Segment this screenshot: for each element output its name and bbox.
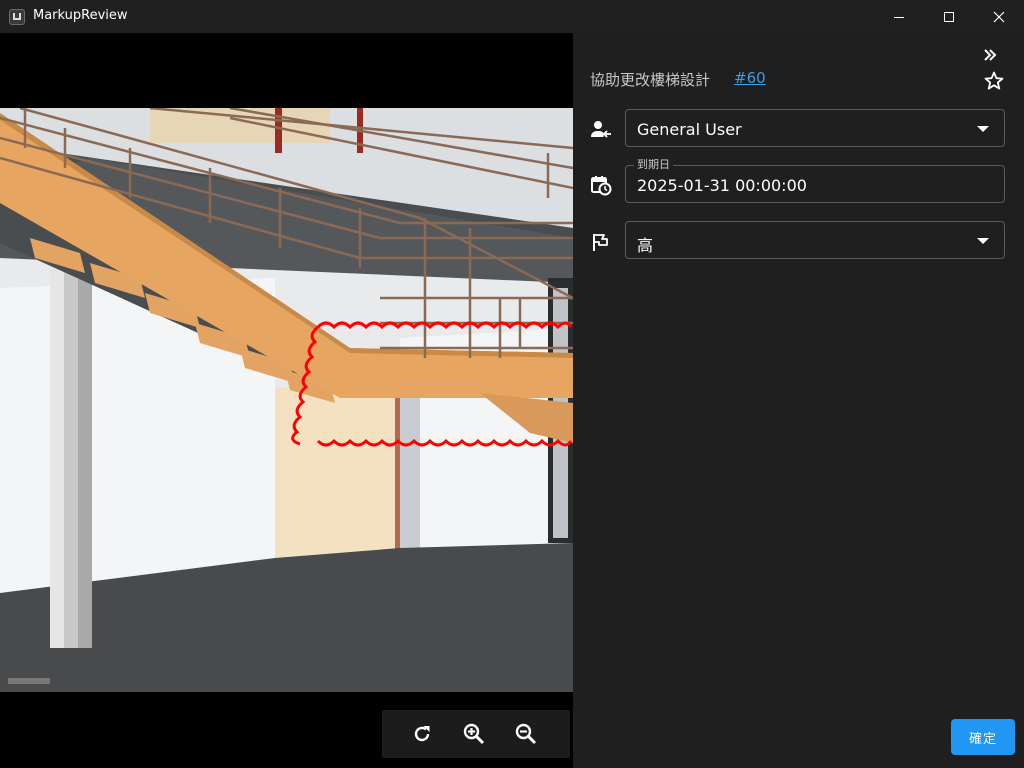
flag-icon [593,234,608,251]
due-date-label: 到期日 [634,158,673,172]
zoom-in-icon [463,723,485,745]
due-date-field-icon [590,174,612,200]
priority-select[interactable]: 高 [625,221,1005,259]
issue-title: 協助更改樓梯設計 [590,71,711,89]
star-outline-icon [984,71,1004,90]
issue-number-link[interactable]: #60 [734,69,766,87]
minimize-icon [894,16,904,18]
calendar-clock-icon [591,176,612,196]
markup-viewer[interactable] [0,33,573,768]
assignee-field-icon [590,119,612,145]
rotate-icon [414,726,430,742]
priority-field-icon [590,231,612,257]
priority-value: 高 [637,236,654,255]
double-chevron-right-icon [984,49,997,61]
rotate-button[interactable] [407,719,437,749]
due-date-value: 2025-01-31 00:00:00 [637,176,807,195]
chevron-down-icon [977,126,989,132]
zoom-out-icon [515,723,537,745]
title-bar: MarkupReview [0,0,1024,33]
close-icon [993,11,1005,22]
maximize-icon [944,11,954,22]
confirm-button[interactable]: 確定 [951,719,1015,755]
zoom-toolbar [382,710,570,758]
app-logo-icon [9,9,25,25]
zoom-out-button[interactable] [511,719,541,749]
staircase-render[interactable] [0,108,573,725]
close-button[interactable] [976,0,1022,33]
assignee-value: General User [637,120,742,139]
collapse-panel-button[interactable] [982,47,998,67]
person-assign-icon [591,121,611,138]
assignee-select[interactable]: General User [625,109,1005,147]
window-title: MarkupReview [33,8,128,23]
favorite-button[interactable] [984,71,1004,95]
zoom-in-button[interactable] [459,719,489,749]
minimize-button[interactable] [876,0,922,33]
maximize-button[interactable] [926,0,972,33]
due-date-field[interactable]: 到期日 2025-01-31 00:00:00 [625,158,1005,203]
chevron-down-icon [977,238,989,244]
issue-detail-panel: 協助更改樓梯設計 #60 General User 到期日 2025-01-31… [573,33,1024,768]
